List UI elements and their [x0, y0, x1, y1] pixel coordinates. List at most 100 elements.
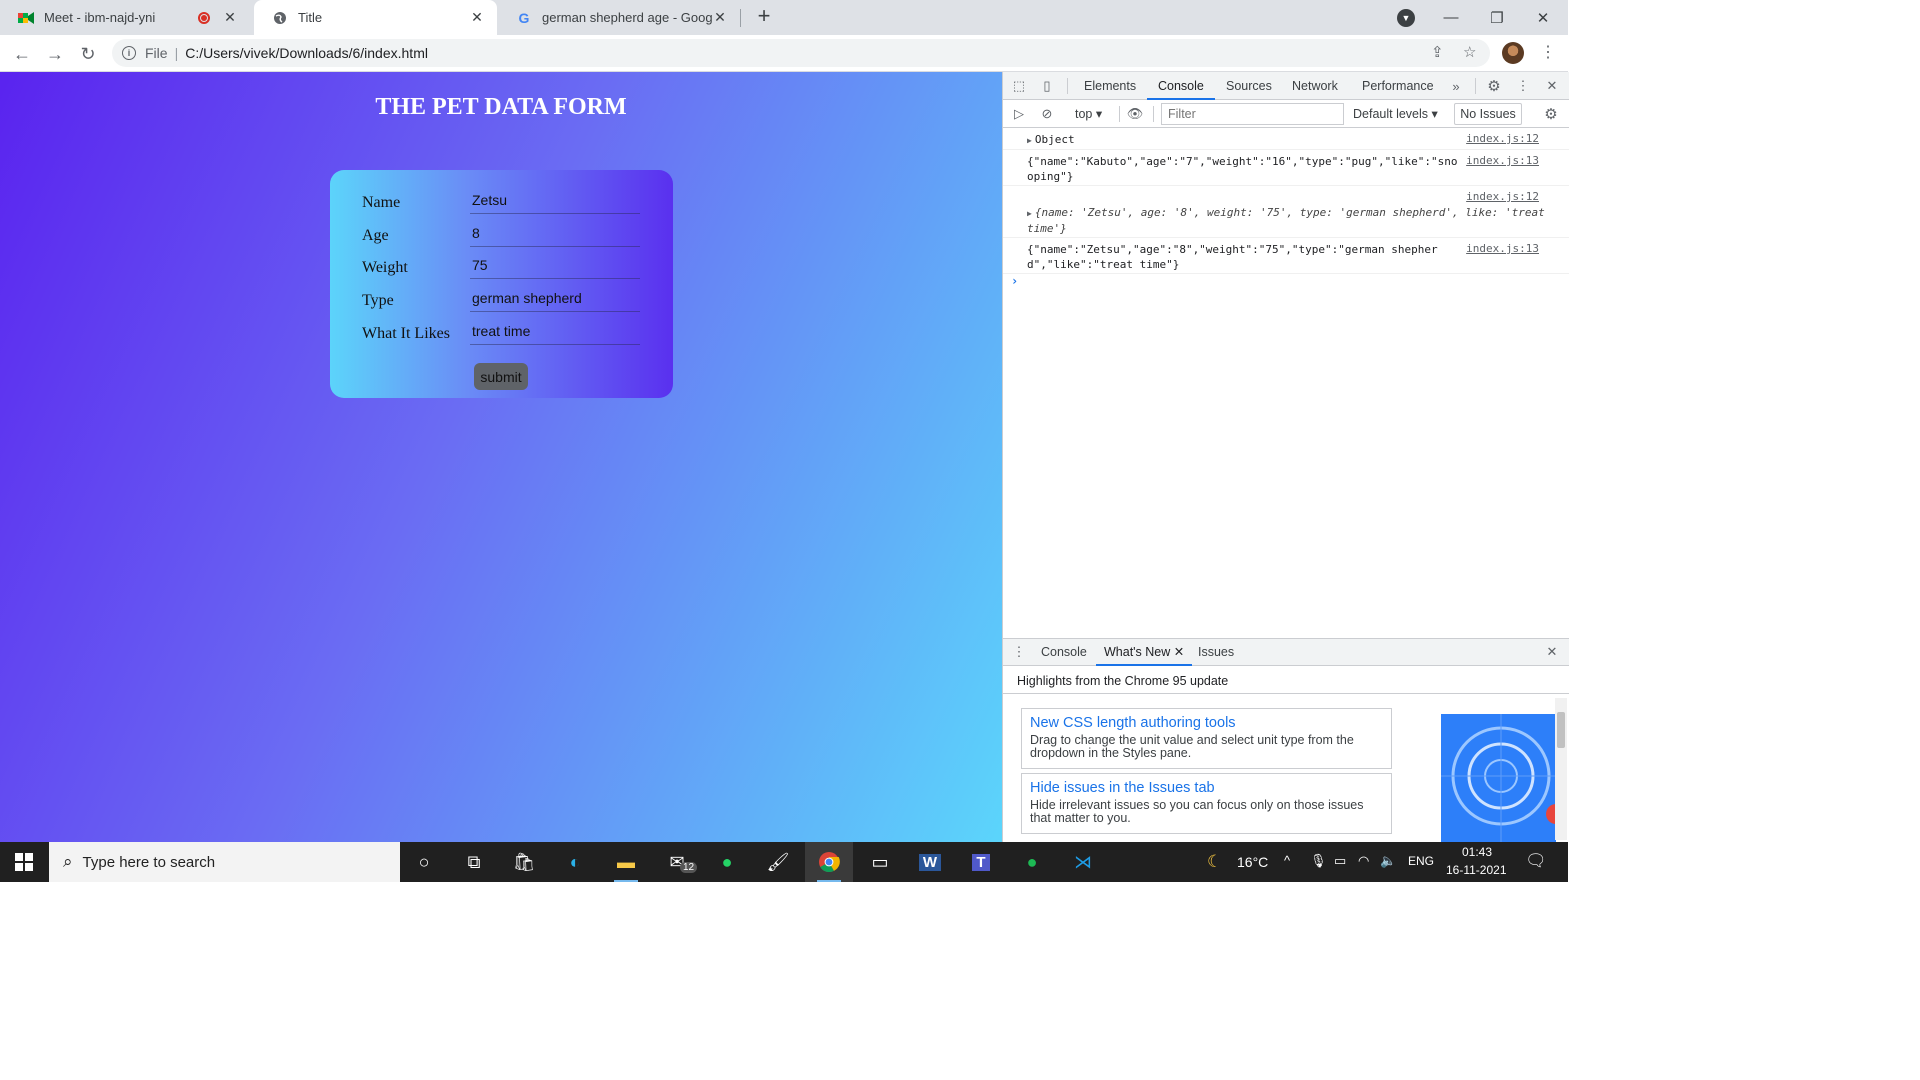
- close-tab-icon[interactable]: ✕: [712, 9, 728, 26]
- minimize-button[interactable]: —: [1428, 0, 1474, 35]
- tab-title-page[interactable]: Title ✕: [254, 0, 497, 35]
- drawer-tab-whats-new[interactable]: What's New ✕: [1096, 639, 1193, 666]
- paint-icon[interactable]: 🖌: [754, 842, 802, 882]
- whatsapp-icon[interactable]: ●: [703, 842, 751, 882]
- meet-icon: [18, 10, 34, 26]
- source-link[interactable]: index.js:13: [1466, 242, 1539, 255]
- scrollbar[interactable]: [1555, 698, 1567, 840]
- device-toolbar-icon[interactable]: ▯: [1039, 78, 1055, 94]
- taskbar-search-input[interactable]: ⌕ Type here to search: [49, 842, 400, 882]
- task-view-icon[interactable]: ⧉: [450, 842, 498, 882]
- search-icon: ⌕: [63, 852, 73, 871]
- browser-menu-icon[interactable]: ⋮: [1540, 42, 1556, 62]
- wifi-icon[interactable]: ◠: [1358, 853, 1369, 869]
- tray-overflow-icon[interactable]: ^: [1284, 853, 1290, 868]
- drawer-tab-issues[interactable]: Issues: [1198, 639, 1234, 666]
- share-icon[interactable]: ⇪: [1431, 43, 1444, 61]
- chrome-icon[interactable]: [805, 842, 853, 882]
- item-title[interactable]: Hide issues in the Issues tab: [1030, 779, 1383, 797]
- profile-avatar[interactable]: [1502, 42, 1524, 64]
- microphone-icon[interactable]: 🎙: [1310, 853, 1327, 869]
- windows-start-icon[interactable]: [0, 842, 48, 882]
- source-link[interactable]: index.js:12: [1466, 132, 1539, 145]
- teams-icon[interactable]: T: [957, 842, 1005, 882]
- new-tab-button[interactable]: +: [752, 5, 776, 29]
- reload-button[interactable]: ↻: [75, 41, 101, 67]
- live-expression-eye-icon[interactable]: 👁: [1127, 106, 1144, 122]
- info-icon[interactable]: i: [122, 46, 136, 60]
- close-tab-icon[interactable]: ✕: [222, 9, 238, 26]
- drawer-menu-icon[interactable]: ⋮: [1011, 644, 1027, 660]
- browser-toolbar: ← → ↻ i File | C:/Users/vivek/Downloads/…: [0, 35, 1568, 72]
- close-drawer-icon[interactable]: ✕: [1544, 644, 1560, 660]
- item-title[interactable]: New CSS length authoring tools: [1030, 714, 1383, 732]
- likes-input[interactable]: [470, 317, 640, 345]
- restore-button[interactable]: ❐: [1474, 0, 1520, 35]
- forward-button[interactable]: →: [42, 41, 68, 67]
- bookmark-star-icon[interactable]: ☆: [1463, 43, 1476, 61]
- file-explorer-icon[interactable]: ▬: [602, 842, 650, 882]
- clock-time[interactable]: 01:43: [1462, 845, 1492, 859]
- back-button[interactable]: ←: [9, 41, 35, 67]
- tab-search-icon[interactable]: ▼: [1397, 9, 1415, 27]
- clear-console-icon[interactable]: ⊘: [1039, 106, 1055, 122]
- source-link[interactable]: index.js:13: [1466, 154, 1539, 167]
- more-tabs-icon[interactable]: »: [1448, 78, 1464, 94]
- tab-meet[interactable]: Meet - ibm-najd-yni ✕: [0, 0, 250, 35]
- weight-input[interactable]: [470, 251, 640, 279]
- console-message[interactable]: ▶ Object index.js:12: [1003, 128, 1569, 150]
- console-message[interactable]: index.js:12 ▶ {name: 'Zetsu', age: '8', w…: [1003, 186, 1569, 238]
- console-prompt-icon[interactable]: ›: [1011, 274, 1018, 288]
- drawer-tab-console[interactable]: Console: [1041, 639, 1087, 666]
- edge-icon[interactable]: ◐: [551, 842, 599, 882]
- close-tab-icon[interactable]: ✕: [469, 9, 485, 26]
- google-icon: G: [518, 9, 530, 26]
- log-levels-dropdown[interactable]: Default levels ▾: [1353, 106, 1438, 121]
- devtools-tab-console[interactable]: Console: [1147, 72, 1215, 100]
- word-icon[interactable]: W: [906, 842, 954, 882]
- clock-date[interactable]: 16-11-2021: [1446, 863, 1507, 877]
- close-icon[interactable]: ✕: [1174, 645, 1184, 659]
- console-filter-input[interactable]: [1161, 103, 1344, 125]
- devtools-tab-network[interactable]: Network: [1292, 72, 1338, 100]
- console-settings-icon[interactable]: ⚙: [1543, 106, 1559, 123]
- battery-icon[interactable]: ▭: [1334, 853, 1346, 869]
- expand-triangle-icon[interactable]: ▶: [1027, 136, 1032, 145]
- devtools-tab-sources[interactable]: Sources: [1226, 72, 1272, 100]
- settings-gear-icon[interactable]: ⚙: [1486, 78, 1502, 95]
- devtools-tab-performance[interactable]: Performance: [1362, 72, 1434, 100]
- submit-button[interactable]: submit: [474, 363, 528, 390]
- vscode-icon[interactable]: ⋊: [1059, 842, 1107, 882]
- source-link[interactable]: index.js:12: [1466, 190, 1539, 203]
- mail-icon[interactable]: ✉ 12: [653, 842, 701, 882]
- weather-temp[interactable]: 16°C: [1237, 854, 1268, 870]
- tab-google-search[interactable]: G german shepherd age - Google S ✕: [498, 0, 740, 35]
- volume-icon[interactable]: 🔈: [1380, 853, 1396, 869]
- close-window-button[interactable]: ✕: [1520, 0, 1566, 35]
- notification-icon[interactable]: 🗨: [1525, 851, 1547, 871]
- type-input[interactable]: [470, 284, 640, 312]
- whats-new-item[interactable]: Hide issues in the Issues tab Hide irrel…: [1021, 773, 1392, 834]
- whats-new-item[interactable]: New CSS length authoring tools Drag to c…: [1021, 708, 1392, 769]
- store-icon[interactable]: 🛍: [500, 842, 548, 882]
- divider: [1475, 78, 1476, 94]
- devtools-menu-icon[interactable]: ⋮: [1515, 78, 1531, 94]
- item-description: Hide irrelevant issues so you can focus …: [1030, 798, 1364, 825]
- language-indicator[interactable]: ENG: [1408, 854, 1434, 868]
- spotify-icon[interactable]: ●: [1008, 842, 1056, 882]
- url-text: C:/Users/vivek/Downloads/6/index.html: [185, 45, 428, 61]
- devtools-tab-elements[interactable]: Elements: [1084, 72, 1136, 100]
- address-bar[interactable]: i File | C:/Users/vivek/Downloads/6/inde…: [112, 39, 1490, 67]
- weather-moon-icon[interactable]: ☾: [1207, 852, 1222, 872]
- cortana-icon[interactable]: ○: [400, 842, 448, 882]
- name-input[interactable]: [470, 186, 640, 214]
- age-input[interactable]: [470, 219, 640, 247]
- issues-button[interactable]: No Issues: [1454, 103, 1522, 125]
- sidebar-toggle-icon[interactable]: ▷: [1011, 106, 1027, 122]
- close-devtools-icon[interactable]: ✕: [1544, 78, 1560, 94]
- terminal-icon[interactable]: ▭: [856, 842, 904, 882]
- expand-triangle-icon[interactable]: ▶: [1027, 209, 1032, 218]
- inspect-element-icon[interactable]: ⬚: [1011, 78, 1027, 94]
- context-selector[interactable]: top ▾: [1075, 106, 1102, 121]
- scrollbar-thumb[interactable]: [1557, 712, 1565, 748]
